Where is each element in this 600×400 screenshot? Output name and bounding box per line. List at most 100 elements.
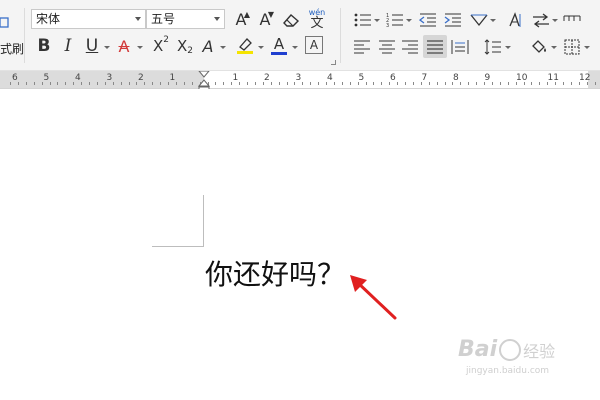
numbered-list-button[interactable]: 123 (384, 10, 406, 30)
ruler-tick (563, 82, 564, 85)
watermark-url: jingyan.baidu.com (466, 366, 550, 376)
ruler-tick (405, 82, 406, 85)
ruler-tick (333, 82, 335, 85)
align-center-icon (379, 40, 395, 54)
toolbar-separator (24, 8, 25, 63)
chevron-down-icon (214, 17, 220, 21)
shading-button[interactable] (528, 37, 550, 57)
chevron-down-icon[interactable] (551, 46, 557, 49)
watermark-brand: Bai (458, 337, 498, 362)
ruler-tick (183, 82, 185, 85)
font-size-select[interactable]: 五号 (146, 9, 225, 29)
numbered-list-icon: 123 (386, 13, 403, 28)
ruler-label: 12 (579, 73, 591, 83)
ruler-label: 6 (390, 73, 396, 83)
borders-icon (564, 39, 580, 55)
horizontal-ruler[interactable]: 6 5 4 3 2 1 1 2 3 4 5 6 7 8 9 10 11 12 (0, 71, 600, 93)
ruler-tick (286, 82, 288, 85)
ruler-tick (112, 82, 114, 85)
strikethrough-button[interactable]: A (114, 36, 134, 56)
superscript-button[interactable]: X 2 (150, 35, 172, 56)
ruler-label: 6 (12, 73, 18, 83)
ruler-tick (578, 82, 580, 85)
shrink-font-button[interactable]: A ▼ (255, 9, 275, 29)
ruler-tick (531, 82, 533, 85)
svg-text:3: 3 (386, 23, 389, 28)
chevron-down-icon (135, 17, 141, 21)
ruler-tick (349, 82, 351, 85)
chevron-down-icon[interactable] (258, 46, 264, 49)
ruler-label: 4 (327, 73, 333, 83)
borders-button[interactable] (562, 37, 582, 57)
chevron-down-icon[interactable] (292, 46, 298, 49)
bullet-list-icon (354, 13, 371, 27)
chevron-down-icon[interactable] (584, 46, 590, 49)
align-left-button[interactable] (352, 37, 372, 57)
chevron-down-icon[interactable] (552, 19, 558, 22)
document-text[interactable]: 你还好吗？ (205, 253, 345, 293)
align-center-button[interactable] (377, 37, 397, 57)
indent-marker[interactable] (198, 71, 210, 93)
distributed-align-button[interactable] (450, 37, 470, 57)
show-hide-marks-button[interactable] (504, 10, 524, 30)
ruler-tick (160, 82, 162, 85)
margin-corner-mark (203, 195, 204, 247)
line-spacing-icon (484, 39, 501, 55)
ruler-tick (270, 82, 272, 85)
chevron-down-icon[interactable] (406, 19, 412, 22)
highlight-button[interactable] (234, 34, 256, 56)
ruler-tick (175, 82, 177, 85)
bullet-list-button[interactable] (352, 10, 374, 30)
font-color-button[interactable]: A (268, 34, 290, 56)
increase-indent-icon (444, 13, 461, 27)
phonetic-guide-button[interactable]: wén 文 (305, 7, 329, 31)
increase-indent-button[interactable] (443, 10, 463, 30)
ruler-tick (547, 82, 549, 85)
align-right-button[interactable] (400, 37, 420, 57)
text-effect-button[interactable]: A (198, 36, 218, 56)
ruler-tick (420, 82, 422, 85)
underline-button[interactable]: U (82, 36, 102, 56)
text-direction-button[interactable] (530, 10, 552, 30)
bold-button[interactable]: B (34, 36, 54, 56)
chinese-layout-icon (470, 14, 488, 27)
clear-format-button[interactable] (281, 10, 301, 30)
ruler-tick (444, 82, 446, 85)
chevron-down-icon[interactable] (490, 19, 496, 22)
character-border-button[interactable]: A (305, 36, 323, 54)
toolbar-separator (340, 8, 341, 63)
format-painter-label[interactable]: 式刷 (0, 40, 24, 57)
chevron-down-icon[interactable] (374, 19, 380, 22)
chevron-down-icon[interactable] (137, 46, 143, 49)
ruler-tick (436, 82, 438, 85)
ruler-tick (341, 82, 343, 85)
ruler-tick (586, 82, 588, 85)
document-page[interactable]: 你还好吗？ Bai 经验 jingyan.baidu.com (0, 89, 600, 400)
ruler-tick (136, 82, 138, 85)
ruler-tick (191, 82, 193, 85)
font-size-value: 五号 (151, 12, 176, 26)
chevron-down-icon[interactable] (505, 46, 511, 49)
table-tools-button[interactable] (562, 10, 582, 30)
justify-button[interactable] (423, 35, 447, 58)
subscript-button[interactable]: X 2 (174, 36, 196, 56)
table-icon (563, 15, 581, 21)
chinese-layout-button[interactable] (468, 10, 490, 30)
ruler-tick (302, 82, 304, 85)
ruler-tick (239, 82, 241, 85)
ruler-tick (104, 82, 106, 85)
grow-font-button[interactable]: A ▲ (231, 9, 251, 29)
chevron-down-icon[interactable] (220, 46, 226, 49)
line-spacing-button[interactable] (483, 37, 503, 57)
italic-button[interactable]: I (58, 36, 78, 56)
chevron-down-icon[interactable] (104, 46, 110, 49)
font-dialog-launcher-icon[interactable] (331, 60, 336, 65)
margin-corner-mark (152, 246, 204, 247)
align-left-icon (354, 40, 370, 54)
ruler-tick (73, 82, 75, 85)
format-painter-icon[interactable] (0, 14, 10, 32)
ruler-tick (452, 82, 454, 85)
ruler-tick (310, 82, 312, 85)
font-name-select[interactable]: 宋体 (31, 9, 146, 29)
decrease-indent-button[interactable] (418, 10, 438, 30)
